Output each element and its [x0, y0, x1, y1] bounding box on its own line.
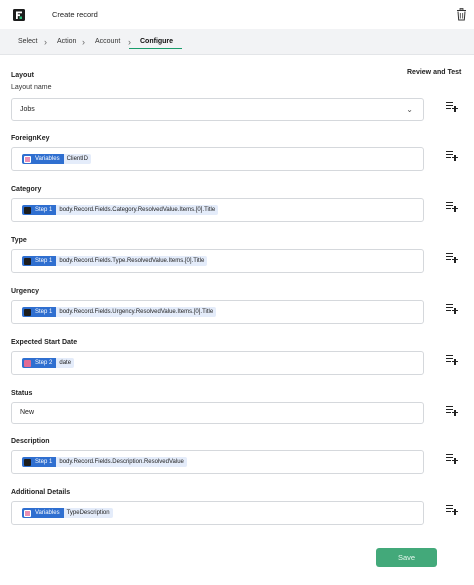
- add-list-icon[interactable]: [446, 253, 458, 263]
- add-list-icon[interactable]: [446, 151, 458, 161]
- app-logo-icon: [13, 9, 25, 21]
- layout-name-label: Layout name: [11, 84, 52, 91]
- step-select[interactable]: Select: [18, 38, 37, 45]
- layout-label: Layout: [11, 72, 34, 79]
- description-label: Description: [11, 438, 50, 445]
- status-field[interactable]: New: [11, 402, 424, 424]
- chevron-right-icon: ›: [128, 37, 131, 47]
- chevron-right-icon: ›: [82, 37, 85, 47]
- description-field[interactable]: Step 1 body.Record.Fields.Description.Re…: [11, 450, 424, 474]
- add-list-icon[interactable]: [446, 304, 458, 314]
- chip-value: body.Record.Fields.Category.ResolvedValu…: [56, 205, 219, 215]
- save-button[interactable]: Save: [376, 548, 437, 567]
- step-icon: [24, 308, 31, 316]
- trash-icon[interactable]: [456, 8, 467, 21]
- chip-value: body.Record.Fields.Description.ResolvedV…: [56, 457, 187, 467]
- review-and-test-link[interactable]: Review and Test: [407, 69, 461, 76]
- type-field[interactable]: Step 1 body.Record.Fields.Type.ResolvedV…: [11, 249, 424, 273]
- layout-select[interactable]: Jobs ⌄: [11, 98, 424, 121]
- step-chip[interactable]: Step 1 body.Record.Fields.Type.ResolvedV…: [22, 256, 208, 266]
- add-list-icon[interactable]: [446, 406, 458, 416]
- step-chip[interactable]: Step 1 body.Record.Fields.Category.Resol…: [22, 205, 219, 215]
- status-label: Status: [11, 390, 33, 397]
- status-value: New: [20, 409, 35, 416]
- step-icon: [24, 359, 31, 367]
- chevron-right-icon: ›: [44, 37, 47, 47]
- header-bar: Create record: [0, 0, 474, 29]
- expected-start-date-label: Expected Start Date: [11, 339, 78, 346]
- step-chip[interactable]: Step 1 body.Record.Fields.Urgency.Resolv…: [22, 307, 217, 317]
- urgency-field[interactable]: Step 1 body.Record.Fields.Urgency.Resolv…: [11, 300, 424, 324]
- step-chip[interactable]: Step 1 body.Record.Fields.Description.Re…: [22, 457, 187, 467]
- chip-value: body.Record.Fields.Urgency.ResolvedValue…: [56, 307, 217, 317]
- step-action[interactable]: Action: [57, 38, 76, 45]
- variable-chip[interactable]: Variables ClientID: [22, 154, 91, 164]
- chip-value: ClientID: [63, 154, 91, 164]
- add-list-icon[interactable]: [446, 102, 458, 112]
- add-list-icon[interactable]: [446, 202, 458, 212]
- type-label: Type: [11, 237, 27, 244]
- add-list-icon[interactable]: [446, 355, 458, 365]
- layout-select-value: Jobs: [20, 106, 35, 113]
- step-icon: [24, 257, 31, 265]
- variables-icon: [24, 155, 31, 163]
- step-icon: [24, 206, 31, 214]
- category-field[interactable]: Step 1 body.Record.Fields.Category.Resol…: [11, 198, 424, 222]
- chevron-down-icon: ⌄: [406, 105, 413, 114]
- variables-icon: [24, 509, 31, 517]
- chip-value: date: [56, 358, 75, 368]
- add-list-icon[interactable]: [446, 454, 458, 464]
- step-account[interactable]: Account: [95, 38, 120, 45]
- category-label: Category: [11, 186, 42, 193]
- expected-start-date-field[interactable]: Step 2 date: [11, 351, 424, 375]
- foreignkey-field[interactable]: Variables ClientID: [11, 147, 424, 171]
- active-step-indicator: [129, 48, 182, 49]
- variable-chip[interactable]: Variables TypeDescription: [22, 508, 113, 518]
- add-list-icon[interactable]: [446, 505, 458, 515]
- chip-value: TypeDescription: [63, 508, 113, 518]
- additional-details-label: Additional Details: [11, 489, 71, 496]
- step-icon: [24, 458, 31, 466]
- breadcrumb: Select › Action › Account › Configure: [0, 29, 474, 55]
- step-chip[interactable]: Step 2 date: [22, 358, 75, 368]
- page-title: Create record: [52, 10, 98, 19]
- urgency-label: Urgency: [11, 288, 40, 295]
- chip-value: body.Record.Fields.Type.ResolvedValue.It…: [56, 256, 208, 266]
- foreignkey-label: ForeignKey: [11, 135, 50, 142]
- additional-details-field[interactable]: Variables TypeDescription: [11, 501, 424, 525]
- step-configure[interactable]: Configure: [140, 38, 173, 45]
